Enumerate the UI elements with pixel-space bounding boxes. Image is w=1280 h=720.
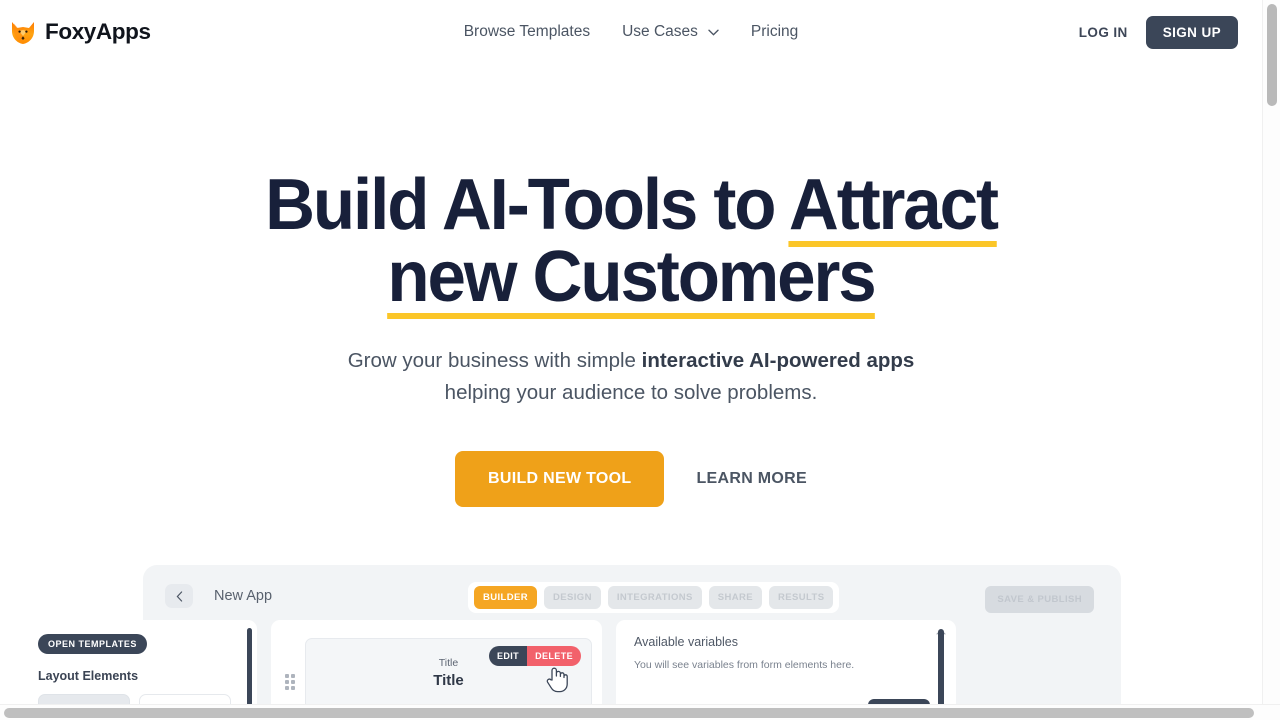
canvas-panel: Title Title EDIT DELETE xyxy=(271,620,602,712)
tab-results[interactable]: RESULTS xyxy=(769,586,834,609)
landing-page: FoxyApps Browse Templates Use Cases Pric… xyxy=(0,0,1280,720)
top-navigation-bar: FoxyApps Browse Templates Use Cases Pric… xyxy=(0,0,1262,64)
nav-link-use-cases-label: Use Cases xyxy=(622,23,698,40)
layout-elements-heading: Layout Elements xyxy=(38,669,139,683)
preview-app-title: New App xyxy=(214,588,273,604)
headline-highlight-customers: new Customers xyxy=(387,237,877,323)
preview-panels: OPEN TEMPLATES Layout Elements Title Tit… xyxy=(0,620,978,712)
hero-section: Build AI-Tools to Attract new Customers … xyxy=(0,64,1262,507)
chevron-left-icon xyxy=(176,590,183,602)
open-templates-button[interactable]: OPEN TEMPLATES xyxy=(38,634,147,654)
brand-logo[interactable]: FoxyApps xyxy=(10,19,151,45)
back-button[interactable] xyxy=(165,584,193,608)
headline-text-plain: Build AI-Tools to xyxy=(265,165,789,245)
brand-name: FoxyApps xyxy=(45,19,151,44)
variables-panel: Available variables You will see variabl… xyxy=(616,620,956,712)
drag-dots-icon[interactable] xyxy=(285,674,299,690)
subtitle-post: helping your audience to solve problems. xyxy=(444,381,818,404)
log-in-link[interactable]: LOG IN xyxy=(1079,25,1128,40)
vertical-scrollbar[interactable] xyxy=(1262,0,1280,705)
elements-panel-scrollbar[interactable] xyxy=(247,628,252,706)
nav-link-use-cases[interactable]: Use Cases xyxy=(606,17,735,47)
preview-tab-group: BUILDER DESIGN INTEGRATIONS SHARE RESULT… xyxy=(468,582,840,613)
chevron-down-icon xyxy=(708,29,719,36)
variables-panel-scrollbar[interactable] xyxy=(938,629,944,707)
tab-design[interactable]: DESIGN xyxy=(544,586,601,609)
learn-more-link[interactable]: LEARN MORE xyxy=(696,470,807,488)
sign-up-button[interactable]: SIGN UP xyxy=(1145,15,1238,49)
nav-link-pricing[interactable]: Pricing xyxy=(735,17,814,47)
nav-link-browse-templates[interactable]: Browse Templates xyxy=(448,17,606,47)
hero-cta-row: BUILD NEW TOOL LEARN MORE xyxy=(0,451,1262,507)
vertical-scrollbar-thumb[interactable] xyxy=(1267,4,1277,106)
tab-integrations[interactable]: INTEGRATIONS xyxy=(607,586,702,609)
subtitle-pre: Grow your business with simple xyxy=(347,349,642,372)
tab-share[interactable]: SHARE xyxy=(708,586,762,609)
elements-panel: OPEN TEMPLATES Layout Elements xyxy=(22,620,257,712)
title-element-label: Title xyxy=(438,656,459,669)
title-element-card[interactable]: Title Title EDIT DELETE xyxy=(305,638,592,710)
edit-button[interactable]: EDIT xyxy=(488,646,528,666)
scroll-up-arrow-icon[interactable] xyxy=(936,622,946,635)
fox-face-icon xyxy=(10,19,36,45)
available-variables-description: You will see variables from form element… xyxy=(634,659,855,671)
title-element-value: Title xyxy=(433,671,464,689)
save-and-publish-button[interactable]: SAVE & PUBLISH xyxy=(985,586,1094,613)
horizontal-scrollbar[interactable] xyxy=(0,704,1280,720)
nav-links: Browse Templates Use Cases Pricing xyxy=(0,17,1262,47)
page-title: Build AI-Tools to Attract new Customers xyxy=(25,165,1237,323)
hero-subtitle: Grow your business with simple interacti… xyxy=(0,345,1262,409)
horizontal-scrollbar-thumb[interactable] xyxy=(4,708,1254,718)
build-new-tool-button[interactable]: BUILD NEW TOOL xyxy=(454,451,665,507)
available-variables-heading: Available variables xyxy=(634,635,738,649)
nav-actions: LOG IN SIGN UP xyxy=(1079,15,1238,49)
tab-builder[interactable]: BUILDER xyxy=(474,586,538,609)
subtitle-bold: interactive AI-powered apps xyxy=(641,349,915,372)
